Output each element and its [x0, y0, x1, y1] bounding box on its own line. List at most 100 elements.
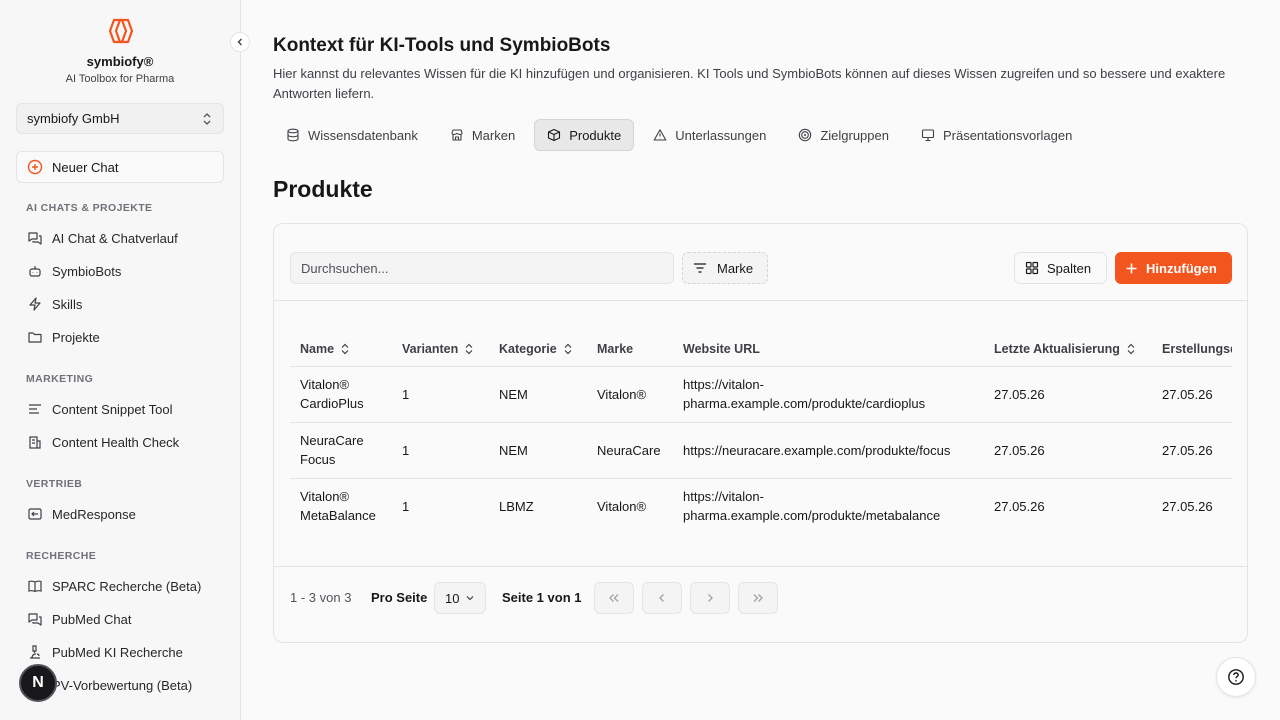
chevrons-right-icon — [753, 594, 763, 602]
add-button[interactable]: Hinzufügen — [1115, 252, 1232, 284]
divider — [274, 300, 1247, 301]
chat-icon — [26, 610, 44, 628]
sidebar-item-label: Content Health Check — [52, 434, 180, 450]
cell-erstellungsdatum: 27.05.26 — [1152, 422, 1232, 479]
sidebar-item-skills[interactable]: Skills — [18, 290, 224, 318]
column-header-marke: Marke — [587, 332, 673, 367]
cell-kategorie: NEM — [489, 366, 587, 423]
chevron-right-icon — [708, 594, 713, 602]
cell-name: Vitalon® CardioPlus — [290, 366, 392, 423]
sidebar-item-pubmed-ki[interactable]: PubMed KI Recherche — [18, 638, 224, 666]
cell-erstellungsdatum: 27.05.26 — [1152, 366, 1232, 423]
per-page-select[interactable]: 10 — [434, 582, 486, 614]
table-row[interactable]: NeuraCare Focus 1 NEM NeuraCare https://… — [290, 422, 1232, 479]
first-page-button[interactable] — [594, 582, 634, 614]
tab-wissensdatenbank[interactable]: Wissensdatenbank — [273, 119, 431, 151]
sidebar-item-label: AI Chat & Chatverlauf — [52, 230, 178, 246]
user-avatar[interactable]: N — [19, 664, 57, 702]
chevrons-left-icon — [609, 594, 619, 602]
sort-icon — [563, 343, 573, 355]
tab-label: Unterlassungen — [675, 127, 767, 143]
brand-name: symbiofy® — [86, 54, 154, 69]
sidebar: symbiofy® AI Toolbox for Pharma symbiofy… — [0, 0, 241, 720]
lightning-icon — [26, 295, 44, 313]
sidebar-item-pubmed-chat[interactable]: PubMed Chat — [18, 605, 224, 633]
book-icon — [26, 577, 44, 595]
tab-marken[interactable]: Marken — [437, 119, 528, 151]
tab-label: Wissensdatenbank — [308, 127, 418, 143]
products-card: Marke Spalten Hinzufügen Name Varianten … — [273, 223, 1248, 643]
previous-page-button[interactable] — [642, 582, 682, 614]
page-title: Kontext für KI-Tools und SymbioBots — [273, 35, 611, 56]
folder-icon — [26, 328, 44, 346]
reply-icon — [26, 505, 44, 523]
column-header-website-url: Website URL — [673, 332, 984, 367]
tab-label: Produkte — [569, 127, 622, 143]
sidebar-item-medresponse[interactable]: MedResponse — [18, 500, 224, 528]
brand-filter-button[interactable]: Marke — [682, 252, 768, 284]
new-chat-button[interactable]: Neuer Chat — [16, 151, 224, 183]
column-header-letzte-aktualisierung[interactable]: Letzte Aktualisierung — [984, 332, 1152, 367]
cell-letzte-aktualisierung: 27.05.26 — [994, 498, 1045, 514]
organization-select[interactable]: symbiofy GmbH — [16, 103, 224, 134]
column-header-name[interactable]: Name — [290, 332, 392, 367]
sidebar-item-ai-chat[interactable]: AI Chat & Chatverlauf — [18, 224, 224, 252]
microscope-icon — [26, 643, 44, 661]
cell-marke: Vitalon® — [597, 498, 647, 514]
per-page-label: Pro Seite — [371, 590, 428, 605]
column-header-varianten[interactable]: Varianten — [392, 332, 489, 367]
sidebar-item-label: MedResponse — [52, 506, 136, 522]
cell-varianten: 1 — [392, 366, 489, 423]
page-indicator: Seite 1 von 1 — [502, 590, 582, 605]
divider — [274, 566, 1247, 567]
next-page-button[interactable] — [690, 582, 730, 614]
filter-label: Marke — [717, 260, 754, 276]
column-header-erstellungsdatum[interactable]: Erstellungsdatum — [1152, 332, 1232, 367]
tab-praesentationsvorlagen[interactable]: Präsentationsvorlagen — [908, 119, 1085, 151]
cell-erstellungsdatum: 27.05.26 — [1162, 498, 1213, 514]
column-header-kategorie[interactable]: Kategorie — [489, 332, 587, 367]
sidebar-item-content-snippet[interactable]: Content Snippet Tool — [18, 395, 224, 423]
table-row[interactable]: Vitalon® CardioPlus 1 NEM Vitalon® https… — [290, 366, 1232, 423]
last-page-button[interactable] — [738, 582, 778, 614]
chevron-updown-icon — [201, 112, 213, 126]
box-icon — [547, 128, 561, 142]
products-table: Name Varianten Kategorie Marke Website U… — [290, 332, 1232, 534]
building-check-icon — [26, 433, 44, 451]
symbiofy-logo — [108, 18, 134, 44]
section-label-recherche: RECHERCHE — [26, 550, 97, 562]
cell-kategorie: LBMZ — [499, 498, 534, 514]
sidebar-item-content-health[interactable]: Content Health Check — [18, 428, 224, 456]
columns-button[interactable]: Spalten — [1014, 252, 1107, 284]
cell-website-url: https://vitalon-pharma.example.com/produ… — [673, 366, 984, 423]
search-input[interactable] — [290, 252, 674, 284]
cell-name: NeuraCare Focus — [290, 422, 392, 479]
sidebar-item-label: Projekte — [52, 329, 100, 345]
sidebar-item-sparc[interactable]: SPARC Recherche (Beta) — [18, 572, 224, 600]
help-button[interactable] — [1216, 657, 1256, 697]
cell-letzte-aktualisierung: 27.05.26 — [984, 366, 1152, 423]
tab-unterlassungen[interactable]: Unterlassungen — [640, 119, 779, 151]
cell-marke: Vitalon® — [587, 366, 673, 423]
table-row[interactable]: Vitalon® MetaBalance 1 LBMZ Vitalon® htt… — [290, 478, 1232, 534]
target-icon — [798, 128, 812, 142]
sidebar-item-projekte[interactable]: Projekte — [18, 323, 224, 351]
section-label-vertrieb: VERTRIEB — [26, 478, 83, 490]
sidebar-item-label: PV-Vorbewertung (Beta) — [52, 677, 193, 693]
cell-website-url: https://neuracare.example.com/produkte/f… — [673, 422, 984, 479]
sidebar-item-label: SPARC Recherche (Beta) — [52, 578, 202, 594]
sidebar-item-symbiobots[interactable]: SymbioBots — [18, 257, 224, 285]
tab-zielgruppen[interactable]: Zielgruppen — [785, 119, 902, 151]
presentation-icon — [921, 128, 935, 142]
tab-produkte[interactable]: Produkte — [534, 119, 635, 151]
bot-icon — [26, 262, 44, 280]
cell-marke: NeuraCare — [587, 422, 673, 479]
section-title: Produkte — [273, 176, 373, 202]
sidebar-item-label: SymbioBots — [52, 263, 122, 279]
collapse-sidebar-button[interactable] — [230, 32, 250, 52]
text-lines-icon — [26, 400, 44, 418]
sort-icon — [340, 343, 350, 355]
sidebar-item-label: PubMed KI Recherche — [52, 644, 183, 660]
plus-circle-icon — [27, 159, 43, 175]
table-header-row: Name Varianten Kategorie Marke Website U… — [290, 332, 1232, 367]
